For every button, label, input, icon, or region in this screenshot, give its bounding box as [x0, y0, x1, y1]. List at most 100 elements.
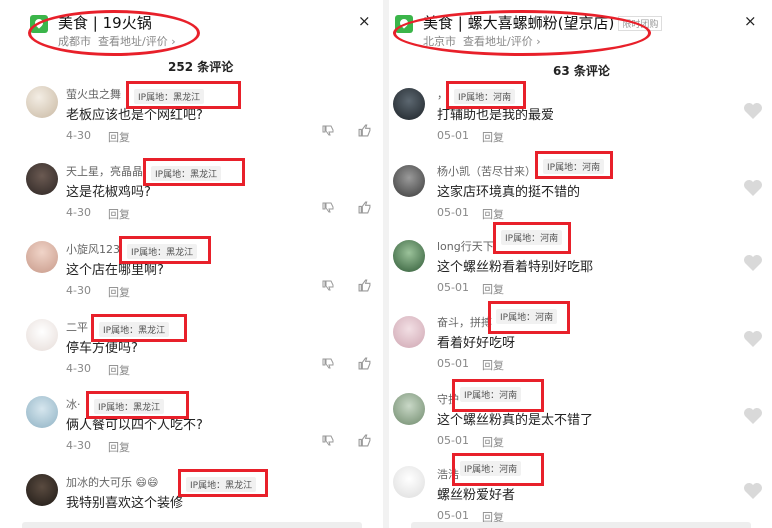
reply-button[interactable]: 回复 [108, 206, 130, 222]
reply-button[interactable]: 回复 [482, 129, 504, 145]
thumb-down-icon[interactable] [322, 124, 334, 136]
avatar[interactable] [26, 474, 58, 506]
avatar[interactable] [26, 86, 58, 118]
thumb-up-icon[interactable] [358, 201, 371, 214]
comment-username[interactable]: long行天下 [437, 238, 494, 254]
comment-item: 杨小凯（苦尽甘来） 这家店环境真的挺不错的 05-01 回复 IP属地：河南 [389, 151, 772, 233]
reply-button[interactable]: 回复 [482, 281, 504, 297]
store-subline: 北京市 查看地址/评价 › [423, 33, 541, 49]
avatar[interactable] [393, 316, 425, 348]
avatar[interactable] [393, 165, 425, 197]
ip-highlight-box: IP属地：黑龙江 [143, 158, 245, 186]
avatar[interactable] [393, 88, 425, 120]
comment-username[interactable]: 天上星，亮晶晶 [66, 163, 143, 179]
avatar[interactable] [393, 240, 425, 272]
view-address-link[interactable]: 查看地址/评价 › [98, 35, 176, 48]
avatar[interactable] [26, 163, 58, 195]
ip-highlight-box: IP属地：黑龙江 [119, 236, 211, 264]
comment-date: 05-01 [437, 129, 469, 142]
thumb-down-icon[interactable] [322, 357, 334, 369]
heart-icon[interactable] [743, 330, 763, 348]
comment-date: 05-01 [437, 357, 469, 370]
ip-location-tag: IP属地：河南 [543, 159, 605, 174]
reply-button[interactable]: 回复 [108, 129, 130, 145]
ip-location-tag: IP属地：河南 [460, 387, 522, 402]
ip-location-tag: IP属地：黑龙江 [94, 399, 165, 414]
store-title: 美食 | 19火锅 [58, 14, 152, 32]
ip-highlight-box: IP属地：河南 [488, 301, 570, 334]
ip-location-tag: IP属地：黑龙江 [186, 477, 257, 492]
comment-username[interactable]: 小旋风123 [66, 241, 120, 257]
store-name: 19火锅 [102, 14, 152, 32]
close-icon[interactable]: × [358, 12, 371, 30]
comment-item: 天上星，亮晶晶 这是花椒鸡吗? 4-30 回复 IP属地：黑龙江 [0, 157, 383, 233]
ip-highlight-box: IP属地：黑龙江 [178, 469, 268, 497]
comment-item: 小旋风123 这个店在哪里啊? 4-30 回复 IP属地：黑龙江 [0, 235, 383, 311]
reply-button[interactable]: 回复 [108, 362, 130, 378]
thumb-up-icon[interactable] [358, 124, 371, 137]
avatar[interactable] [393, 466, 425, 498]
ip-location-tag: IP属地：河南 [501, 230, 563, 245]
view-address-link[interactable]: 查看地址/评价 › [463, 35, 541, 48]
ip-highlight-box: IP属地：河南 [446, 81, 526, 109]
store-name: 螺大喜螺蛳粉(望京店) [467, 14, 615, 32]
location-pin-icon [30, 15, 48, 33]
comment-item: 二平 停车方便吗? 4-30 回复 IP属地：黑龙江 [0, 313, 383, 389]
comment-username[interactable]: 杨小凯（苦尽甘来） [437, 163, 536, 179]
avatar[interactable] [26, 319, 58, 351]
comment-date: 4-30 [66, 284, 91, 297]
comment-date: 05-01 [437, 281, 469, 294]
heart-icon[interactable] [743, 179, 763, 197]
avatar[interactable] [393, 393, 425, 425]
heart-icon[interactable] [743, 254, 763, 272]
ip-highlight-box: IP属地：黑龙江 [86, 391, 189, 419]
bottom-bar [22, 522, 362, 528]
left-comment-panel: 美食 | 19火锅 成都市 查看地址/评价 › × 252 条评论 萤火虫之舞 … [0, 0, 383, 528]
avatar[interactable] [26, 241, 58, 273]
comment-date: 4-30 [66, 129, 91, 142]
comment-username[interactable]: 萤火虫之舞 [66, 86, 121, 102]
comment-username[interactable]: 冰· [66, 396, 81, 412]
reply-button[interactable]: 回复 [482, 434, 504, 450]
ip-location-tag: IP属地：河南 [496, 309, 558, 324]
thumb-down-icon[interactable] [322, 279, 334, 291]
ip-highlight-box: IP属地：河南 [493, 222, 571, 254]
heart-icon[interactable] [743, 102, 763, 120]
heart-icon[interactable] [743, 407, 763, 425]
comment-date: 05-01 [437, 434, 469, 447]
comment-item: long行天下 这个螺丝粉看着特别好吃耶 05-01 回复 IP属地：河南 [389, 222, 772, 308]
ip-highlight-box: IP属地：黑龙江 [91, 314, 187, 342]
heart-icon[interactable] [743, 482, 763, 500]
comment-date: 4-30 [66, 362, 91, 375]
comment-text: 这家店环境真的挺不错的 [437, 185, 581, 200]
comment-item: 冰· 俩人餐可以四个人吃不? 4-30 回复 IP属地：黑龙江 [0, 390, 383, 466]
comment-item: 浩浩 螺丝粉爱好者 05-01 回复 IP属地：河南 [389, 453, 772, 528]
thumb-down-icon[interactable] [322, 201, 334, 213]
reply-button[interactable]: 回复 [108, 284, 130, 300]
thumb-down-icon[interactable] [322, 434, 334, 446]
reply-button[interactable]: 回复 [482, 357, 504, 373]
comment-count: 252 条评论 [168, 60, 234, 74]
thumb-up-icon[interactable] [358, 279, 371, 292]
ip-location-tag: IP属地：黑龙江 [134, 89, 205, 104]
city-label: 北京市 [423, 35, 456, 48]
comment-date: 4-30 [66, 439, 91, 452]
thumb-up-icon[interactable] [358, 357, 371, 370]
close-icon[interactable]: × [744, 12, 757, 30]
ip-location-tag: IP属地：黑龙江 [127, 244, 198, 259]
comment-text: 这个螺丝粉看着特别好吃耶 [437, 260, 594, 275]
reply-button[interactable]: 回复 [108, 439, 130, 455]
comment-date: 4-30 [66, 206, 91, 219]
category-label: 美食 [58, 14, 89, 32]
avatar[interactable] [26, 396, 58, 428]
comment-date: 05-01 [437, 206, 469, 219]
comment-username[interactable]: 奋斗，拼搏 [437, 314, 492, 330]
comment-username[interactable]: 二平 [66, 319, 88, 335]
comment-text: 这是花椒鸡吗? [66, 185, 151, 200]
reply-button[interactable]: 回复 [482, 206, 504, 222]
comment-text: 螺丝粉爱好者 [437, 488, 516, 503]
thumb-up-icon[interactable] [358, 434, 371, 447]
comment-item: 萤火虫之舞 老板应该也是个网红吧? 4-30 回复 IP属地：黑龙江 [0, 80, 383, 156]
comment-username[interactable]: 加冰的大可乐 😄😄 [66, 474, 158, 490]
comment-date: 05-01 [437, 509, 469, 522]
